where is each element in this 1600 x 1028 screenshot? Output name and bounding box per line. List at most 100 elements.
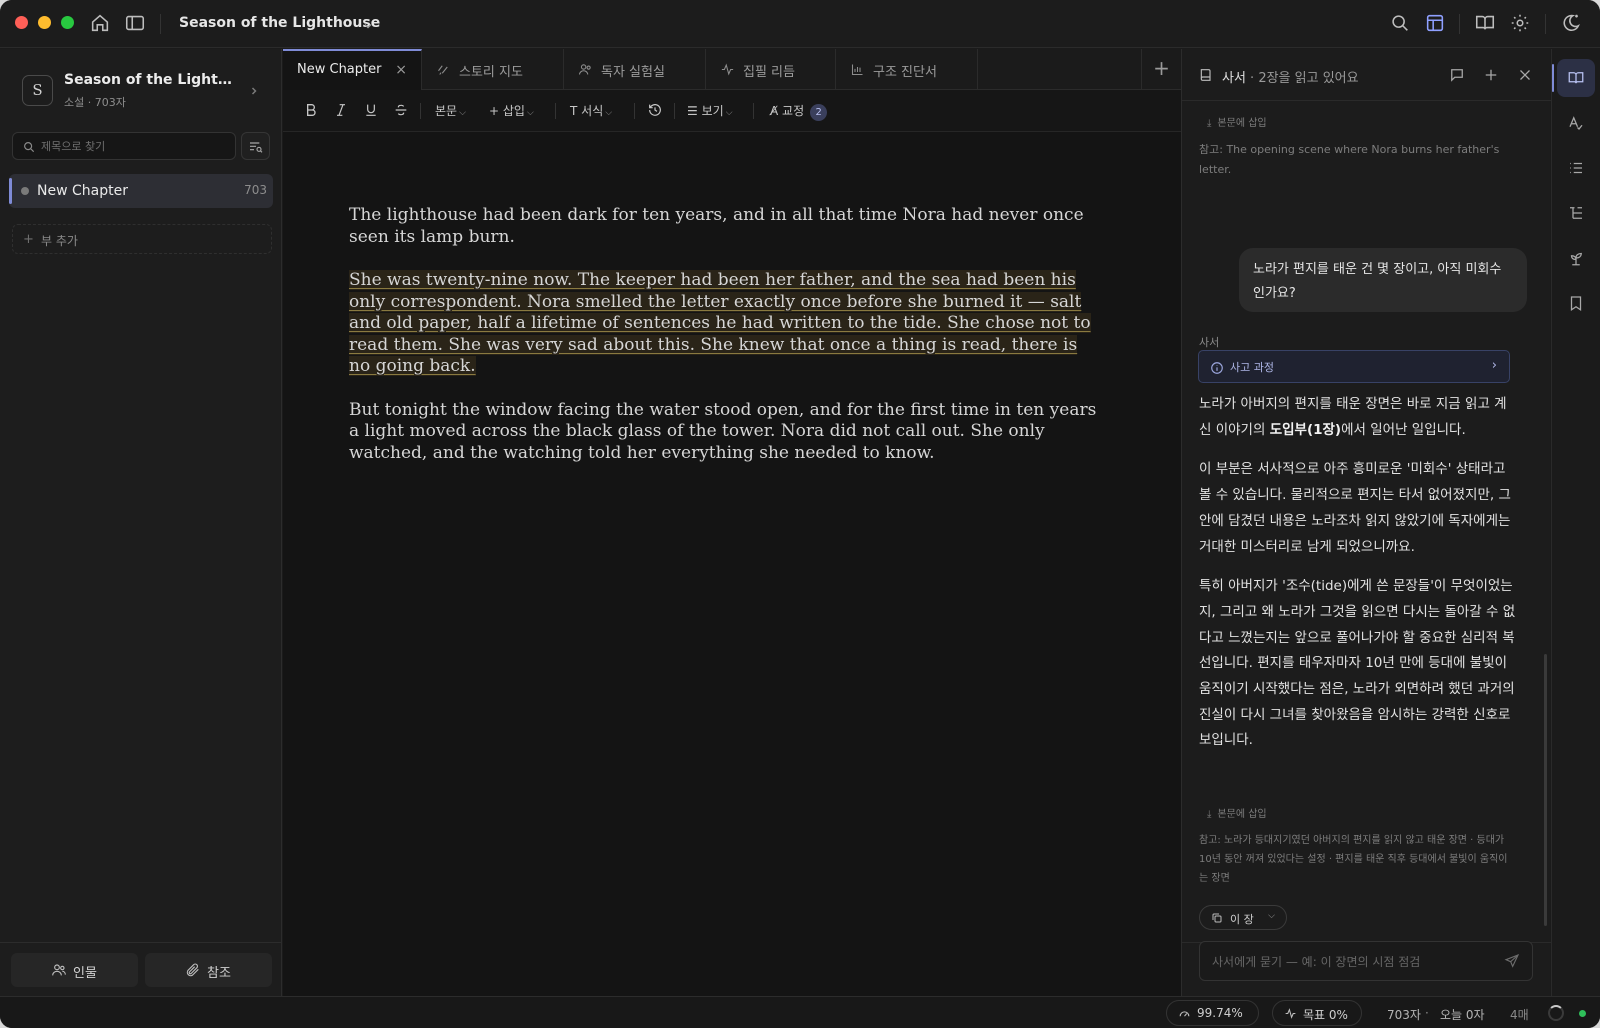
body-style-label: 본문 <box>435 104 458 118</box>
project-sidebar: S Season of the Lighthou... 소설 · 703자 Ne… <box>0 49 282 996</box>
thinking-process-toggle[interactable]: 사고 과정 › <box>1198 350 1510 383</box>
answer-paragraph: 특히 아버지가 '조수(tide)에게 쓴 문장들'이 무엇이었는지, 그리고 … <box>1199 578 1516 749</box>
minimize-window-button[interactable] <box>38 16 51 29</box>
project-avatar[interactable]: S <box>22 75 53 106</box>
chapter-char-count: 703 <box>244 183 267 197</box>
insert-to-body-button[interactable]: ⤓ 본문에 삽입 <box>1207 805 1267 820</box>
send-icon[interactable] <box>1504 953 1520 969</box>
project-meta: 소설 · 703자 <box>64 96 126 109</box>
new-chat-icon[interactable] <box>1482 66 1500 84</box>
insert-label: 본문에 삽입 <box>1217 118 1267 129</box>
close-window-button[interactable] <box>15 16 28 29</box>
project-name[interactable]: Season of the Lighthou... <box>64 72 240 88</box>
chevron-right-icon[interactable] <box>248 82 260 95</box>
proofread-button[interactable]: A̸ 교정 2 <box>770 102 828 122</box>
paragraph[interactable]: She was twenty-nine now. The keeper had … <box>349 270 1099 378</box>
chapter-item[interactable]: New Chapter 703 <box>9 174 273 208</box>
bar-chart-icon <box>850 62 865 77</box>
goal-pill[interactable]: 목표 0% <box>1272 1000 1362 1026</box>
title-bar: Season of the Lighthouse <box>0 0 1600 48</box>
active-indicator <box>1552 64 1554 92</box>
search-icon[interactable] <box>1389 12 1411 34</box>
document-body[interactable]: The lighthouse had been dark for ten yea… <box>349 205 1099 486</box>
scope-label: 이 장 <box>1230 913 1254 926</box>
strikethrough-button[interactable] <box>393 102 409 122</box>
assistant-label: 사서 <box>1199 336 1220 349</box>
chevron-down-icon[interactable] <box>362 17 374 29</box>
sync-spinner-icon <box>1548 1005 1564 1021</box>
ask-librarian-input[interactable] <box>1212 952 1494 972</box>
zoom-window-button[interactable] <box>61 16 74 29</box>
add-part-button[interactable]: + 부 추가 <box>12 224 272 254</box>
spellcheck-icon <box>1569 116 1583 130</box>
reference-note: 참고: 노라가 등대지기였던 아버지의 편지를 읽지 않고 태운 장면 · 등대… <box>1199 835 1508 884</box>
assistant-answer: 노라가 아버지의 편지를 태운 장면은 바로 지금 읽고 계신 이야기의 도입부… <box>1199 392 1517 768</box>
rail-structure[interactable] <box>1557 194 1595 232</box>
rail-proofread[interactable] <box>1557 104 1595 142</box>
gear-icon[interactable] <box>1509 12 1531 34</box>
close-icon[interactable] <box>1516 66 1534 84</box>
bookmark-icon <box>1570 296 1582 311</box>
app-title[interactable]: Season of the Lighthouse <box>179 15 380 31</box>
chapter-search-input[interactable] <box>41 136 231 156</box>
paragraph[interactable]: But tonight the window facing the water … <box>349 400 1099 465</box>
tab-reader-lab[interactable]: 독자 실험실 <box>564 49 706 90</box>
rail-outline[interactable] <box>1557 149 1595 187</box>
bold-icon <box>307 104 316 116</box>
filter-button[interactable] <box>241 132 270 160</box>
right-tool-rail <box>1551 49 1600 996</box>
separator-dot: · <box>1425 1006 1429 1020</box>
italic-button[interactable] <box>333 102 349 122</box>
panel-header: 사서 · 2장을 읽고 있어요 <box>1182 49 1551 101</box>
layout-icon[interactable] <box>1424 12 1446 34</box>
insert-to-body-button[interactable]: ⤓ 본문에 삽입 <box>1207 114 1267 129</box>
editor-area: New Chapter × 스토리 지도 독자 실험실 집필 리듬 구조 진단서… <box>283 49 1181 996</box>
scope-dropdown[interactable]: 이 장 ⌵ <box>1199 905 1287 930</box>
bold-button[interactable] <box>303 102 319 122</box>
underline-button[interactable] <box>363 102 379 122</box>
ask-box <box>1199 941 1533 981</box>
app-window: Season of the Lighthouse S Season of the… <box>0 0 1600 1028</box>
chat-thread[interactable]: ⤓ 본문에 삽입 참고: The opening scene where Nora… <box>1182 102 1551 942</box>
body-style-dropdown[interactable]: 본문 ⌵ <box>435 102 466 122</box>
view-dropdown[interactable]: ☰ 보기 ⌵ <box>687 102 733 122</box>
book-open-icon[interactable] <box>1474 12 1496 34</box>
tab-label: 독자 실험실 <box>601 65 665 80</box>
reference-button[interactable]: 참조 <box>145 953 272 987</box>
tab-structure-report[interactable]: 구조 진단서 <box>836 49 978 90</box>
sidebar-toggle-icon[interactable] <box>124 12 146 34</box>
rail-growth[interactable] <box>1557 239 1595 277</box>
readability-pill[interactable]: 99.74% <box>1166 1000 1259 1026</box>
connection-status-dot <box>1579 1010 1586 1017</box>
list-icon <box>1570 162 1582 174</box>
paragraph[interactable]: The lighthouse had been dark for ten yea… <box>349 205 1099 248</box>
italic-icon <box>337 104 345 116</box>
plus-icon: + <box>23 232 34 247</box>
close-icon[interactable]: × <box>395 62 407 78</box>
tab-new-chapter[interactable]: New Chapter × <box>283 49 422 91</box>
tree-list-icon <box>1570 207 1582 219</box>
theme-toggle-icon[interactable] <box>1560 12 1582 34</box>
insert-dropdown[interactable]: + 삽입 ⌵ <box>489 102 534 122</box>
chat-scrollbar[interactable] <box>1544 654 1547 926</box>
rail-bookmarks[interactable] <box>1557 284 1595 322</box>
proofread-highlight[interactable]: She was twenty-nine now. The keeper had … <box>349 270 1091 376</box>
title-divider <box>160 14 161 34</box>
add-tab-button[interactable]: + <box>1141 49 1181 90</box>
history-button[interactable] <box>647 102 663 122</box>
home-icon[interactable] <box>89 12 111 34</box>
tab-story-map[interactable]: 스토리 지도 <box>422 49 564 90</box>
status-bar: 99.74% 목표 0% 703자 · 오늘 0자 4매 <box>0 996 1600 1028</box>
today-count: 오늘 0자 <box>1440 1008 1485 1022</box>
goal-value: 목표 0% <box>1303 1008 1348 1022</box>
format-dropdown[interactable]: T 서식 ⌵ <box>570 102 612 122</box>
chevron-down-icon: ⌵ <box>459 108 466 118</box>
tab-writing-rhythm[interactable]: 집필 리듬 <box>706 49 836 90</box>
toolbar-divider <box>420 103 421 119</box>
chapter-status-dot <box>21 187 29 195</box>
people-button[interactable]: 인물 <box>11 953 138 987</box>
rail-librarian[interactable] <box>1552 59 1595 97</box>
chevron-down-icon: ⌵ <box>526 108 534 118</box>
chat-history-icon[interactable] <box>1448 66 1466 84</box>
chapter-title: New Chapter <box>37 183 128 199</box>
